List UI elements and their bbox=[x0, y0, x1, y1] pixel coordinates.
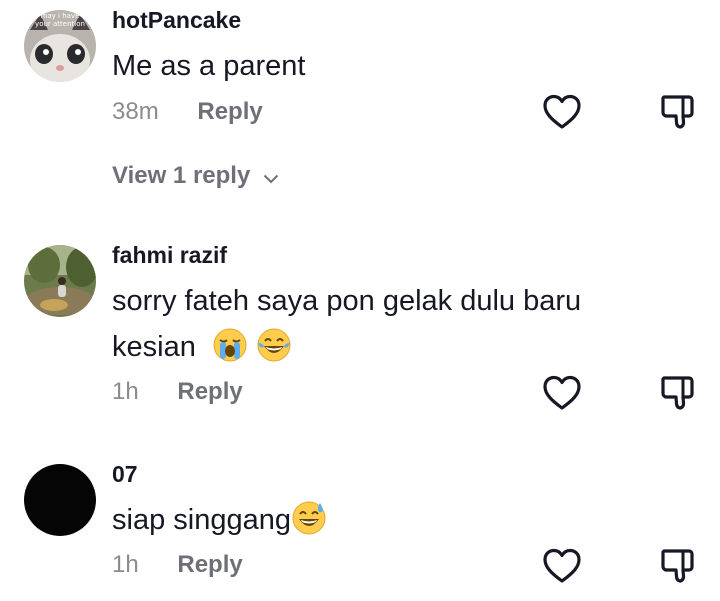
avatar-caption: may i have bbox=[40, 12, 80, 20]
username[interactable]: fahmi razif bbox=[112, 242, 227, 269]
loudly-crying-face-emoji bbox=[212, 327, 248, 377]
dislike-button[interactable] bbox=[660, 94, 696, 130]
dislike-button[interactable] bbox=[660, 375, 696, 411]
reply-button[interactable]: Reply bbox=[177, 551, 242, 579]
timestamp: 38m bbox=[112, 98, 159, 125]
avatar[interactable] bbox=[24, 245, 96, 317]
heart-outline-icon bbox=[543, 548, 581, 583]
thumbs-down-outline-icon bbox=[661, 376, 694, 410]
avatar[interactable] bbox=[24, 464, 96, 536]
comment-text: sorry fateh saya pon gelak dulu baru bbox=[112, 285, 582, 317]
comment-text-line: kesian bbox=[112, 331, 196, 363]
comment-text: siap singgang bbox=[112, 497, 327, 550]
timestamp: 1h bbox=[112, 551, 139, 578]
like-button[interactable] bbox=[543, 375, 581, 411]
reply-button[interactable]: Reply bbox=[197, 98, 262, 126]
comment-item: may i have your attention hotPancake Me … bbox=[0, 0, 720, 200]
tears-of-joy-emoji bbox=[256, 327, 292, 377]
comment-meta: 1h Reply bbox=[112, 551, 243, 579]
chevron-down-icon bbox=[263, 163, 279, 191]
heart-outline-icon bbox=[543, 375, 581, 410]
comment-item: 07 siap singgang 1h Reply bbox=[0, 454, 720, 601]
comment-text: Me as a parent bbox=[112, 50, 306, 82]
like-button[interactable] bbox=[543, 548, 581, 584]
comment-meta: 38m Reply bbox=[112, 98, 263, 126]
comment-text: kesian bbox=[112, 324, 292, 377]
reply-button[interactable]: Reply bbox=[177, 378, 242, 406]
dislike-button[interactable] bbox=[660, 548, 696, 584]
like-button[interactable] bbox=[543, 94, 581, 130]
avatar[interactable]: may i have your attention bbox=[24, 10, 96, 82]
avatar-caption: your attention bbox=[35, 20, 85, 28]
thumbs-down-outline-icon bbox=[661, 95, 694, 129]
grinning-sweat-emoji bbox=[291, 500, 327, 550]
view-replies-label: View 1 reply bbox=[112, 162, 251, 189]
comment-meta: 1h Reply bbox=[112, 378, 243, 406]
comment-text-line: siap singgang bbox=[112, 504, 291, 536]
comment-item: fahmi razif sorry fateh saya pon gelak d… bbox=[0, 235, 720, 435]
username[interactable]: 07 bbox=[112, 461, 138, 488]
timestamp: 1h bbox=[112, 378, 139, 405]
thumbs-down-outline-icon bbox=[661, 549, 694, 583]
heart-outline-icon bbox=[543, 94, 581, 129]
username[interactable]: hotPancake bbox=[112, 7, 241, 34]
view-replies-button[interactable]: View 1 reply bbox=[112, 162, 279, 191]
